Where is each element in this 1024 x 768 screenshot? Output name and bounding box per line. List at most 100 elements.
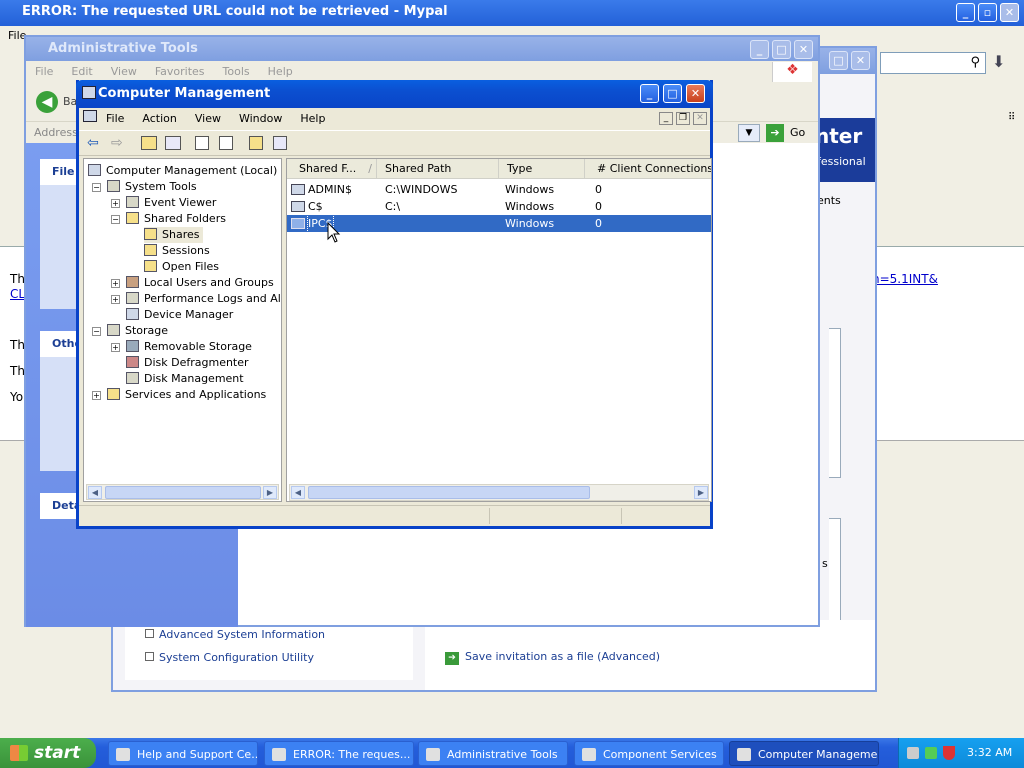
back-icon[interactable]: ◀ <box>36 91 58 113</box>
help-text: s <box>822 557 828 570</box>
browser-icon <box>272 748 286 761</box>
table-row-selected[interactable]: IPC$ Windows 0 <box>287 214 711 233</box>
tree-item-performance-logs[interactable]: +Performance Logs and Alerts <box>111 291 281 307</box>
export-list-icon[interactable] <box>219 136 233 150</box>
help-icon[interactable] <box>249 136 263 150</box>
menu-view[interactable]: View <box>186 108 230 130</box>
sessions-folder-icon <box>144 244 157 256</box>
computer-icon <box>88 164 101 176</box>
tree-item-shares[interactable]: Shares <box>144 227 204 243</box>
tree-item-device-manager[interactable]: Device Manager <box>126 307 233 323</box>
clock[interactable]: 3:32 AM <box>967 738 1012 768</box>
taskbar-item-help[interactable]: Help and Support Ce... <box>108 741 258 766</box>
windows-logo-icon <box>10 745 28 761</box>
tree-item-removable-storage[interactable]: + Removable Storage <box>111 339 252 355</box>
list-item[interactable]: System Configuration Utility <box>145 651 314 664</box>
network-icon[interactable] <box>907 747 919 759</box>
tree-item-services-applications[interactable]: + Services and Applications <box>92 387 266 403</box>
cm-menubar: File Action View Window Help _ ❐ ✕ <box>79 108 710 130</box>
tree-item-local-users[interactable]: + Local Users and Groups <box>111 275 274 291</box>
properties-icon[interactable] <box>273 136 287 150</box>
list-horizontal-scrollbar[interactable]: ◀ ▶ <box>289 484 709 501</box>
close-button[interactable]: ✕ <box>1000 3 1019 22</box>
column-type[interactable]: Type <box>499 159 585 179</box>
mouse-cursor-icon <box>327 222 341 243</box>
share-icon <box>291 218 305 229</box>
refresh-icon[interactable] <box>195 136 209 150</box>
start-button[interactable]: start <box>0 738 96 768</box>
menu-file[interactable]: File <box>26 61 62 83</box>
list-item[interactable]: Advanced System Information <box>145 628 325 641</box>
browser-title: ERROR: The requested URL could not be re… <box>22 4 448 19</box>
tree-item-disk-management[interactable]: Disk Management <box>126 371 244 387</box>
tree-item-computer-management[interactable]: Computer Management (Local) <box>88 163 277 179</box>
minimize-button[interactable]: _ <box>750 40 769 59</box>
tree-item-system-tools[interactable]: − System Tools <box>92 179 197 195</box>
page-text: Th <box>10 364 25 378</box>
scroll-thumb[interactable] <box>105 486 261 499</box>
close-button[interactable]: ✕ <box>794 40 813 59</box>
child-close-button[interactable]: ✕ <box>693 112 707 125</box>
minimize-button[interactable]: _ <box>640 84 659 103</box>
table-row[interactable]: ADMIN$ C:\WINDOWS Windows 0 <box>287 181 711 198</box>
scroll-left-icon: ◀ <box>291 486 305 499</box>
show-tree-icon[interactable] <box>165 136 181 150</box>
download-icon[interactable]: ⬇ <box>992 52 1018 74</box>
taskbar-item-browser[interactable]: ERROR: The reques... <box>264 741 414 766</box>
page-link[interactable]: n=5.1INT& <box>872 272 938 286</box>
column-shared-folder[interactable]: Shared F... ∕ <box>287 159 377 179</box>
system-tray: 3:32 AM <box>898 738 1024 768</box>
child-minimize-button[interactable]: _ <box>659 112 673 125</box>
child-restore-button[interactable]: ❐ <box>676 112 690 125</box>
menu-window[interactable]: Window <box>230 108 291 130</box>
tree-horizontal-scrollbar[interactable]: ◀ ▶ <box>86 484 279 500</box>
menu-file[interactable]: File <box>97 108 133 130</box>
tree-item-sessions[interactable]: Sessions <box>144 243 210 259</box>
cm-toolbar: ⇦ ⇨ <box>79 130 710 156</box>
mmc-icon[interactable] <box>83 110 97 122</box>
page-text: Th <box>10 272 25 286</box>
tree-item-disk-defragmenter[interactable]: Disk Defragmenter <box>126 355 249 371</box>
minimize-button[interactable]: _ <box>956 3 975 22</box>
computer-management-window: Computer Management _ □ ✕ File Action View… <box>76 80 713 529</box>
menu-action[interactable]: Action <box>133 108 185 130</box>
page-link[interactable]: CL <box>10 287 25 301</box>
maximize-button[interactable]: ▫ <box>978 3 997 22</box>
scroll-left-icon: ◀ <box>88 486 102 499</box>
list-header: Shared F... ∕ Shared Path Type # Client C… <box>287 159 711 179</box>
maximize-button[interactable]: □ <box>829 51 848 70</box>
taskbar-item-admin-tools[interactable]: Administrative Tools <box>418 741 568 766</box>
users-icon <box>126 276 139 288</box>
forward-arrow-icon[interactable]: ⇨ <box>111 135 123 151</box>
shield-icon[interactable] <box>943 746 955 760</box>
search-icon[interactable]: ⚲ <box>970 55 980 70</box>
close-button[interactable]: ✕ <box>851 51 870 70</box>
back-arrow-icon[interactable]: ⇦ <box>87 135 99 151</box>
menu-help[interactable]: Help <box>291 108 334 130</box>
table-row[interactable]: C$ C:\ Windows 0 <box>287 198 711 215</box>
close-button[interactable]: ✕ <box>686 84 705 103</box>
tree-item-storage[interactable]: − Storage <box>92 323 168 339</box>
start-label: start <box>34 743 81 763</box>
save-invitation-link[interactable]: ➔ Save invitation as a file (Advanced) <box>445 650 660 665</box>
tree-item-shared-folders[interactable]: − Shared Folders <box>111 211 226 227</box>
services-icon <box>582 748 596 761</box>
up-folder-icon[interactable] <box>141 136 157 150</box>
scroll-thumb[interactable] <box>308 486 590 499</box>
search-field[interactable]: ⚲ <box>880 52 986 74</box>
taskbar-item-component-services[interactable]: Component Services <box>574 741 724 766</box>
taskbar-item-computer-management[interactable]: Computer Management <box>729 741 879 766</box>
column-shared-path[interactable]: Shared Path <box>377 159 499 179</box>
scroll-right-icon: ▶ <box>694 486 708 499</box>
tree-item-event-viewer[interactable]: + Event Viewer <box>111 195 216 211</box>
cm-titlebar: Computer Management _ □ ✕ <box>76 80 713 108</box>
maximize-button[interactable]: □ <box>663 84 682 103</box>
go-icon[interactable]: ➔ <box>766 124 784 142</box>
security-icon[interactable] <box>925 747 937 759</box>
maximize-button[interactable]: □ <box>772 40 791 59</box>
column-client-connections[interactable]: # Client Connections <box>585 159 711 179</box>
go-button[interactable]: Go <box>790 126 805 139</box>
tree-item-open-files[interactable]: Open Files <box>144 259 219 275</box>
help-tab-text[interactable]: ents <box>817 194 841 207</box>
address-dropdown-icon[interactable]: ▼ <box>738 124 760 142</box>
